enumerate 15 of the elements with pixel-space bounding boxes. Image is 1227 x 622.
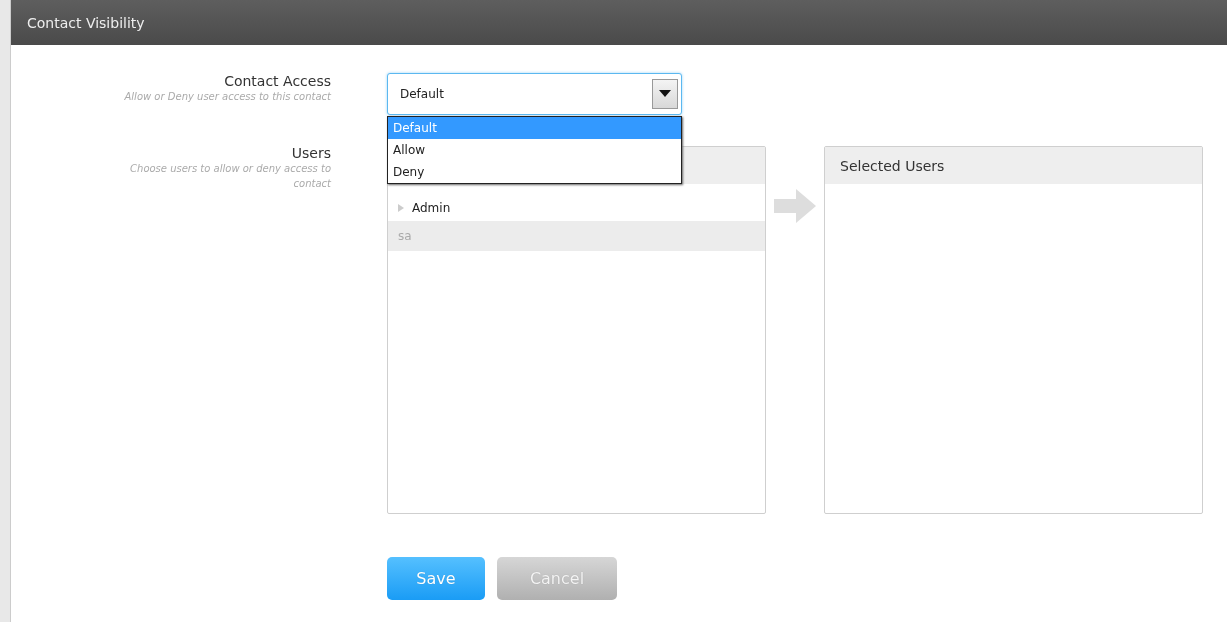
field-label: Contact Access xyxy=(224,73,331,89)
dropdown-option[interactable]: Allow xyxy=(388,139,681,161)
field-hint: Allow or Deny user access to this contact xyxy=(124,90,331,104)
panel-title: Selected Users xyxy=(840,157,945,174)
access-dropdown[interactable]: Default xyxy=(387,73,682,115)
user-name: sa xyxy=(398,229,412,243)
window-title: Contact Visibility xyxy=(27,14,145,31)
field-label: Users xyxy=(291,145,331,161)
dropdown-value: Default xyxy=(400,87,444,101)
user-name: Admin xyxy=(412,201,451,215)
dropdown-option[interactable]: Deny xyxy=(388,161,681,183)
arrow-icon xyxy=(774,189,816,223)
user-item[interactable]: Admin xyxy=(388,195,765,221)
caret-icon[interactable] xyxy=(652,79,678,109)
field-hint: Choose users to allow or deny access to contact xyxy=(129,162,331,191)
